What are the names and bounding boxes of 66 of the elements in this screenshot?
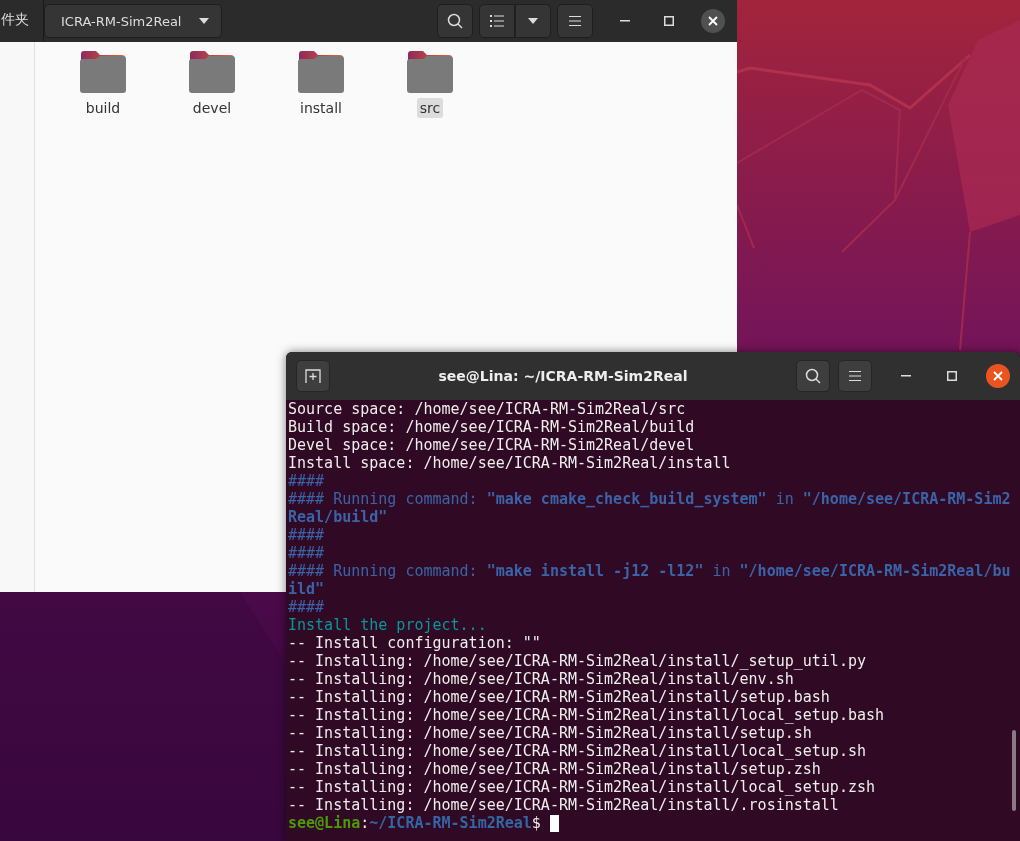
search-icon — [447, 13, 463, 29]
terminal-line: Install the project... — [288, 616, 488, 634]
scrollbar[interactable] — [1012, 730, 1016, 811]
list-view-button[interactable] — [479, 4, 515, 38]
close-icon — [993, 371, 1003, 381]
folder-item[interactable]: install — [297, 50, 345, 118]
caret-icon — [528, 18, 538, 24]
terminal-line: -- Installing: /home/see/ICRA-RM-Sim2Real/install/_setup_util.py — [288, 652, 867, 670]
minimize-icon — [901, 375, 911, 377]
terminal-line: #### — [288, 544, 326, 562]
terminal-line: #### Running command: "make install -j12 -l12" in "/home/see/ICRA-RM-Sim2Real/bu — [288, 562, 1012, 580]
folder-item[interactable]: src — [406, 50, 454, 118]
terminal-line: #### — [288, 598, 326, 616]
close-icon — [708, 16, 718, 26]
maximize-icon — [947, 371, 957, 381]
terminal-line: Source space: /home/see/ICRA-RM-Sim2Real/src — [288, 400, 687, 418]
text-cursor — [549, 814, 559, 832]
prompt-path: ~/ICRA-RM-Sim2Real — [369, 814, 532, 832]
terminal-line: -- Installing: /home/see/ICRA-RM-Sim2Real/install/env.sh — [288, 670, 795, 688]
terminal-line: -- Installing: /home/see/ICRA-RM-Sim2Real/install/setup.bash — [288, 688, 831, 706]
terminal-line: -- Installing: /home/see/ICRA-RM-Sim2Real/install/setup.zsh — [288, 760, 822, 778]
terminal-line: -- Installing: /home/see/ICRA-RM-Sim2Real/install/.rosinstall — [288, 796, 840, 814]
terminal-line: ild" — [288, 580, 326, 598]
folder-path-button[interactable]: ICRA-RM-Sim2Real — [44, 4, 223, 38]
menu-button[interactable] — [557, 4, 593, 38]
folder-item[interactable]: build — [79, 50, 127, 118]
menu-button[interactable] — [838, 360, 872, 392]
terminal-line: -- Installing: /home/see/ICRA-RM-Sim2Real/install/local_setup.bash — [288, 706, 886, 724]
search-icon — [805, 368, 821, 384]
menu-icon — [849, 371, 861, 381]
terminal-line: -- Installing: /home/see/ICRA-RM-Sim2Real/install/local_setup.zsh — [288, 778, 876, 796]
folder-name: install — [299, 99, 343, 118]
prompt-user: see@Lina — [288, 814, 361, 832]
menu-icon — [569, 16, 581, 26]
new-tab-button[interactable] — [296, 360, 330, 392]
prompt-symbol: $ — [531, 814, 541, 832]
terminal-line: Devel space: /home/see/ICRA-RM-Sim2Real/devel — [288, 436, 696, 454]
prompt-separator: : — [360, 814, 370, 832]
terminal-line: -- Installing: /home/see/ICRA-RM-Sim2Real/install/setup.sh — [288, 724, 813, 742]
folder-icon — [297, 50, 345, 94]
terminal-line: #### — [288, 472, 326, 490]
caret-icon — [199, 18, 210, 24]
minimize-icon — [620, 20, 630, 22]
terminal-line: Install space: /home/see/ICRA-RM-Sim2Real/install — [288, 454, 732, 472]
terminal-line: -- Install configuration: "" — [288, 634, 542, 652]
close-button[interactable] — [986, 364, 1010, 388]
maximize-icon — [664, 16, 674, 26]
terminal-line: #### Running command: "make cmake_check_build_system" in "/home/see/ICRA-RM-Sim2 — [288, 490, 1012, 508]
list-icon — [490, 15, 504, 27]
window-title: see@Lina: ~/ICRA-RM-Sim2Real — [437, 368, 689, 384]
folder-icon — [406, 50, 454, 94]
view-options-button[interactable] — [515, 4, 551, 38]
search-button[interactable] — [796, 360, 830, 392]
folder-icon — [79, 50, 127, 94]
folder-icon — [188, 50, 236, 94]
folder-name: build — [84, 99, 122, 118]
close-button[interactable] — [701, 9, 725, 33]
terminal-line: Real/build" — [288, 508, 389, 526]
terminal-line: -- Installing: /home/see/ICRA-RM-Sim2Real/install/local_setup.sh — [288, 742, 867, 760]
folder-name: src — [416, 98, 444, 118]
terminal-line: #### — [288, 526, 326, 544]
folder-item[interactable]: devel — [188, 50, 236, 118]
terminal-line: Build space: /home/see/ICRA-RM-Sim2Real/build — [288, 418, 696, 436]
folder-name: devel — [191, 99, 233, 118]
search-button[interactable] — [437, 4, 473, 38]
new-tab-icon — [305, 369, 321, 383]
